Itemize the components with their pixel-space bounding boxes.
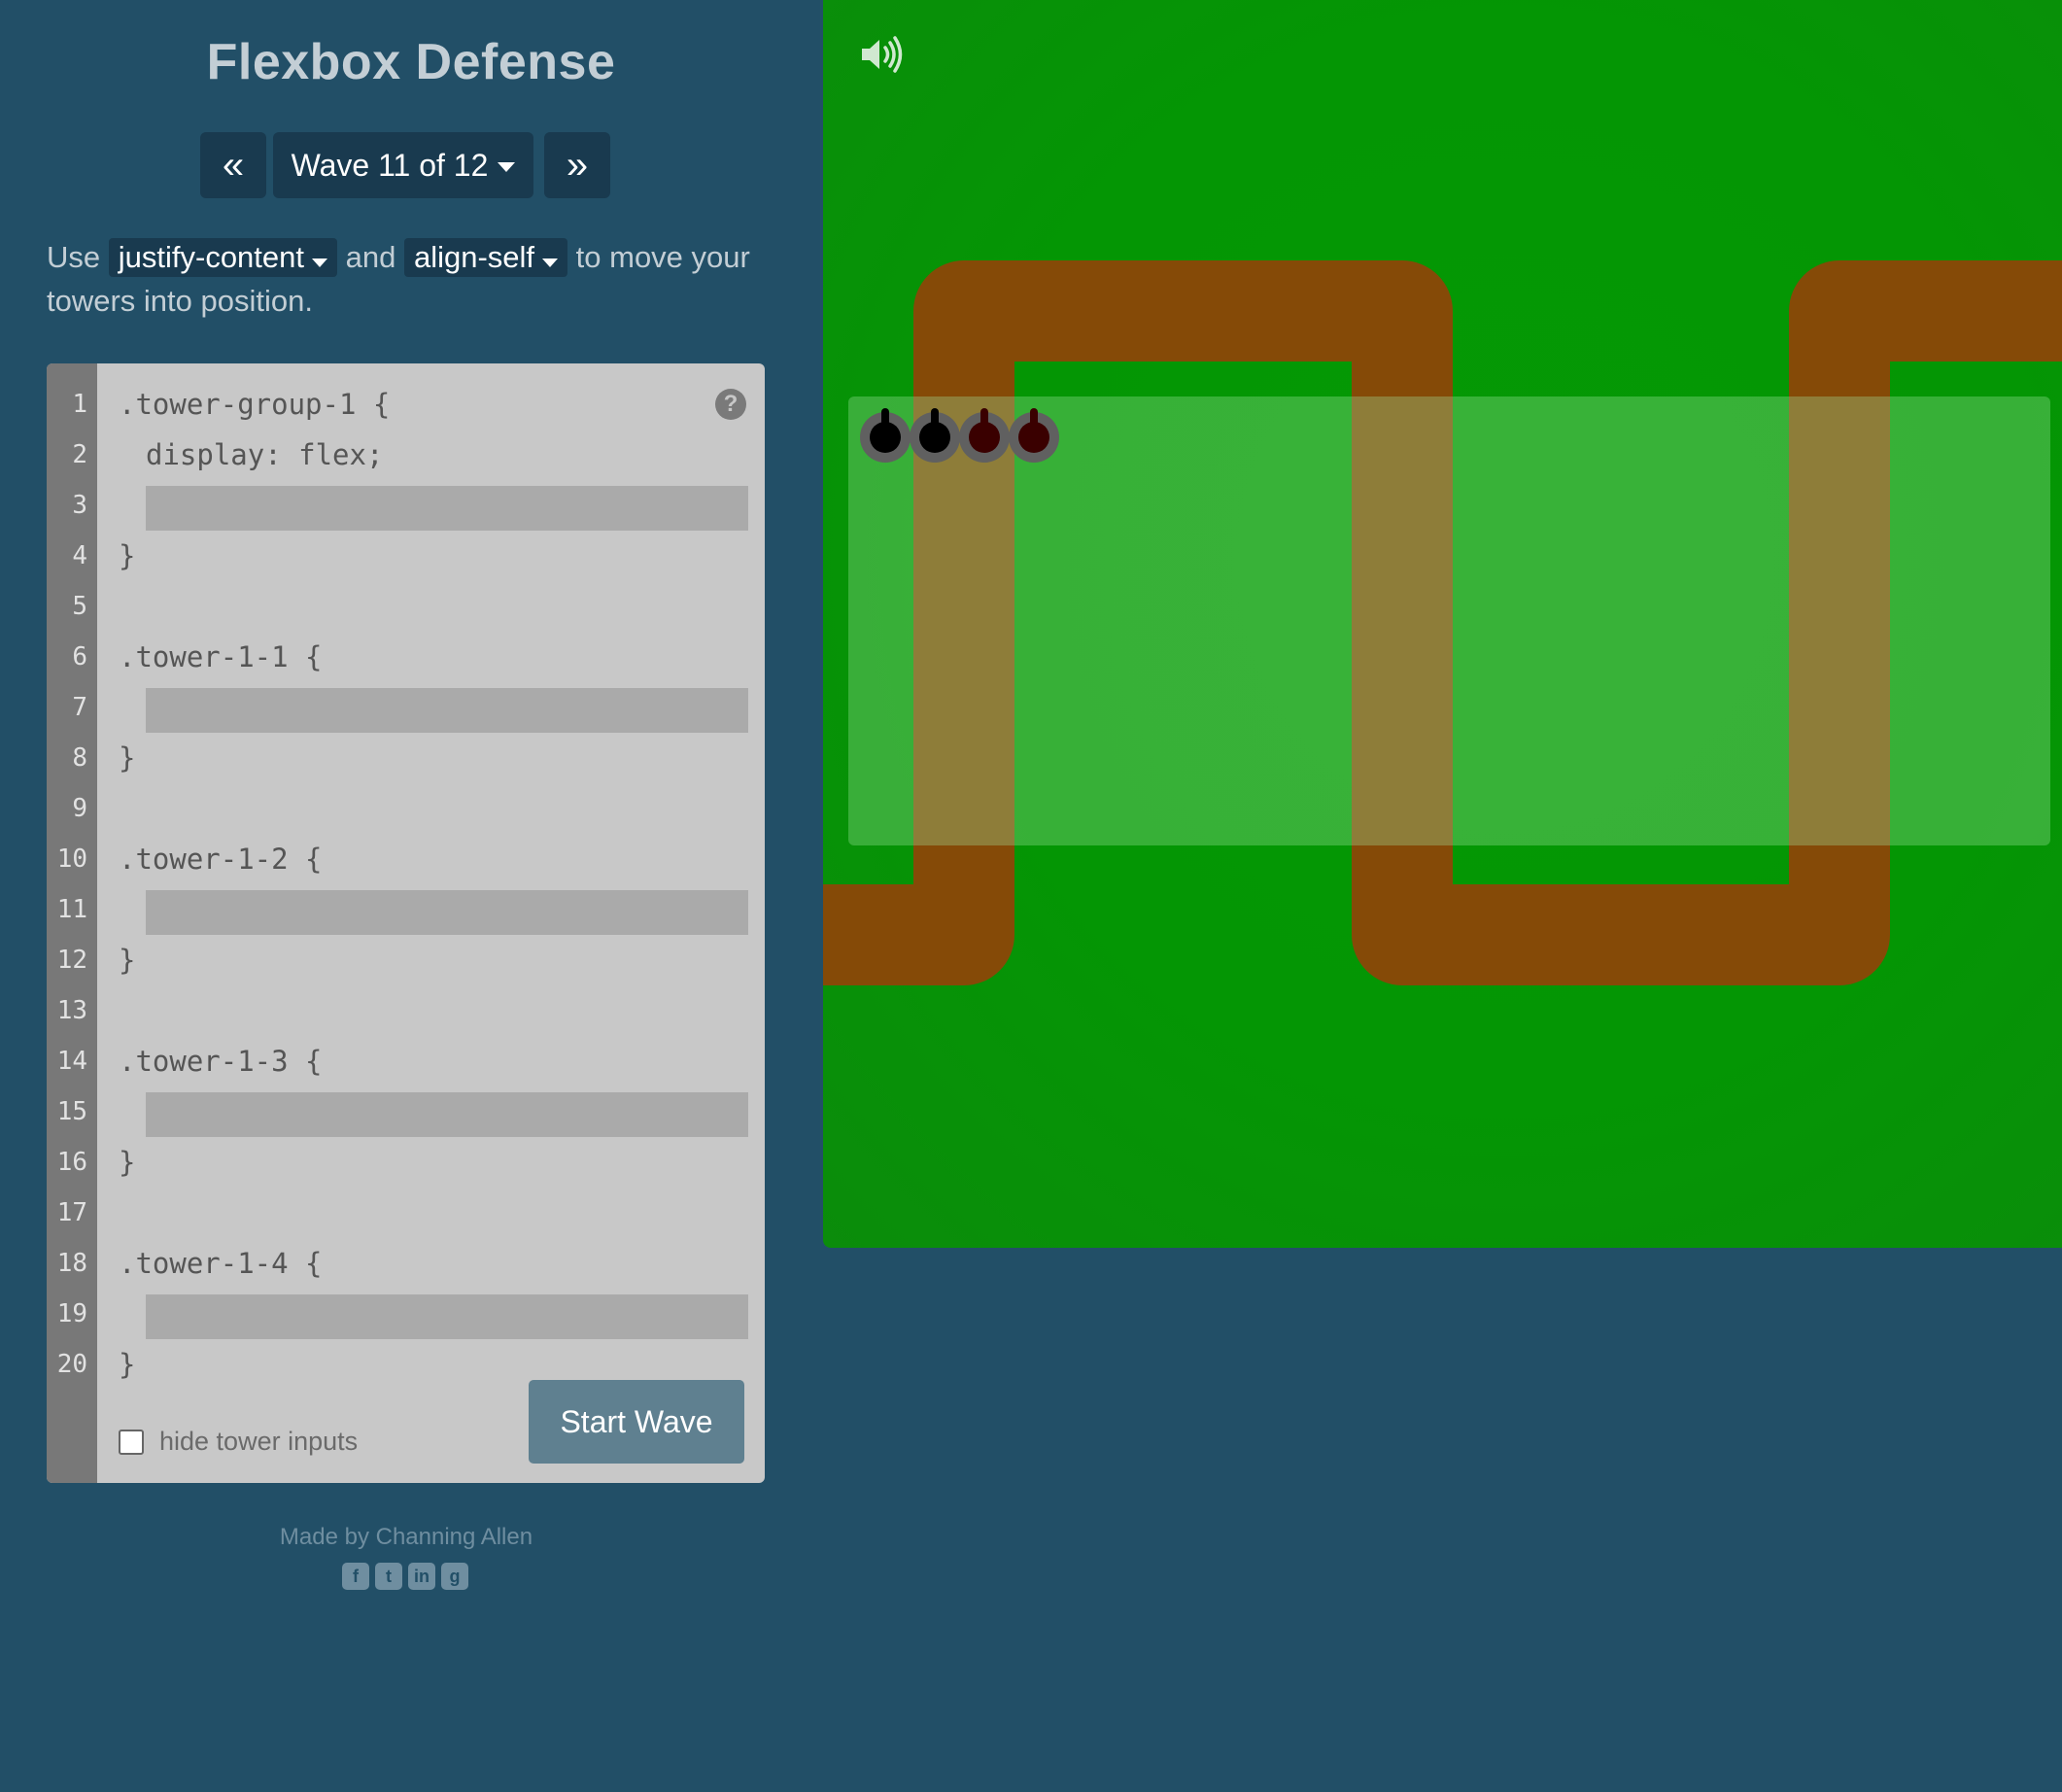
tower-group-1-input[interactable] xyxy=(146,486,748,531)
line-number-gutter: 1 2 3 4 5 6 7 8 9 10 11 12 13 14 15 16 1… xyxy=(47,363,97,1483)
line-number: 3 xyxy=(72,491,87,520)
wave-select-label: Wave 11 of 12 xyxy=(291,147,489,183)
tower-1-3 xyxy=(959,408,1010,463)
line-number: 18 xyxy=(56,1249,87,1278)
prop-label-justify-content: justify-content xyxy=(118,240,305,274)
game-board xyxy=(823,0,2062,1248)
wave-select-dropdown[interactable]: Wave 11 of 12 xyxy=(273,132,533,198)
line-number: 7 xyxy=(72,693,87,722)
tower-1-3-input[interactable] xyxy=(146,1092,748,1137)
tower-barrel xyxy=(980,408,988,433)
double-chevron-left-icon: « xyxy=(222,143,245,187)
help-icon[interactable]: ? xyxy=(715,389,746,420)
code-closing-brace: } xyxy=(119,1146,136,1179)
justify-content-reference-dropdown[interactable]: justify-content xyxy=(108,238,338,277)
line-number: 12 xyxy=(56,946,87,975)
prop-label-align-self: align-self xyxy=(413,240,535,274)
github-icon[interactable]: g xyxy=(441,1563,468,1590)
line-number: 17 xyxy=(56,1198,87,1227)
code-display-flex: display: flex; xyxy=(146,438,384,471)
line-number: 20 xyxy=(56,1350,87,1379)
line-number: 13 xyxy=(56,996,87,1025)
tower-1-4 xyxy=(1009,408,1059,463)
css-editor: 1 2 3 4 5 6 7 8 9 10 11 12 13 14 15 16 1… xyxy=(47,363,765,1483)
tower-1-4-input[interactable] xyxy=(146,1294,748,1339)
instructions: Use justify-content and align-self to mo… xyxy=(47,235,785,323)
code-selector-tower-1-4: .tower-1-4 { xyxy=(119,1247,323,1280)
double-chevron-right-icon: » xyxy=(566,143,589,187)
tower-1-2-input[interactable] xyxy=(146,890,748,935)
line-number: 11 xyxy=(56,895,87,924)
line-number: 5 xyxy=(72,592,87,621)
line-number: 19 xyxy=(56,1299,87,1328)
tower-barrel xyxy=(881,408,889,433)
instructions-prefix: Use xyxy=(47,240,109,274)
social-links: f t in g xyxy=(342,1563,468,1590)
facebook-icon[interactable]: f xyxy=(342,1563,369,1590)
align-self-reference-dropdown[interactable]: align-self xyxy=(403,238,568,277)
line-number: 8 xyxy=(72,743,87,773)
line-number: 4 xyxy=(72,541,87,570)
line-number: 14 xyxy=(56,1047,87,1076)
page-title: Flexbox Defense xyxy=(206,34,616,90)
tower-1-1 xyxy=(860,408,911,463)
twitter-icon[interactable]: t xyxy=(375,1563,402,1590)
code-closing-brace: } xyxy=(119,741,136,775)
hide-tower-inputs-toggle[interactable]: hide tower inputs xyxy=(119,1427,358,1457)
tower-barrel xyxy=(1030,408,1038,433)
code-closing-brace: } xyxy=(119,944,136,977)
hide-tower-inputs-label: hide tower inputs xyxy=(159,1427,359,1456)
code-closing-brace: } xyxy=(119,539,136,572)
start-wave-button[interactable]: Start Wave xyxy=(529,1380,744,1464)
previous-wave-button[interactable]: « xyxy=(200,132,266,198)
tower-1-2 xyxy=(910,408,960,463)
caret-down-icon xyxy=(498,162,516,172)
tower-barrel xyxy=(931,408,939,433)
linkedin-icon[interactable]: in xyxy=(408,1563,435,1590)
line-number: 1 xyxy=(72,390,87,419)
code-selector-tower-group-1: .tower-group-1 { xyxy=(119,388,391,421)
line-number: 9 xyxy=(72,794,87,823)
hide-tower-inputs-checkbox[interactable] xyxy=(119,1429,144,1455)
speaker-volume-icon[interactable] xyxy=(860,35,905,74)
line-number: 2 xyxy=(72,440,87,469)
code-closing-brace: } xyxy=(119,1348,136,1381)
line-number: 10 xyxy=(56,844,87,874)
line-number: 6 xyxy=(72,642,87,672)
caret-down-icon xyxy=(542,258,559,267)
line-number: 15 xyxy=(56,1097,87,1126)
line-number: 16 xyxy=(56,1148,87,1177)
tower-1-1-input[interactable] xyxy=(146,688,748,733)
code-selector-tower-1-3: .tower-1-3 { xyxy=(119,1045,323,1078)
code-selector-tower-1-2: .tower-1-2 { xyxy=(119,843,323,876)
tower-group-1-zone xyxy=(848,396,2050,845)
footer-credit: Made by Channing Allen xyxy=(279,1524,533,1550)
instructions-middle: and xyxy=(337,240,404,274)
code-selector-tower-1-1: .tower-1-1 { xyxy=(119,640,323,673)
next-wave-button[interactable]: » xyxy=(544,132,610,198)
caret-down-icon xyxy=(312,258,328,267)
